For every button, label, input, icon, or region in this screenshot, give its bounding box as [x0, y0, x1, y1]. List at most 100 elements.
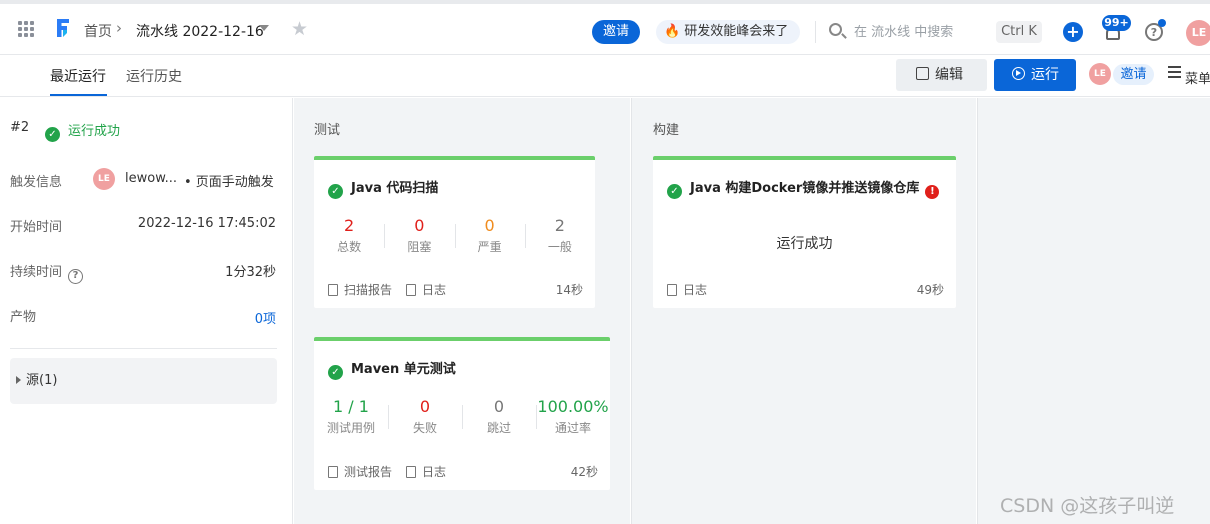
run-label: 运行 [1031, 67, 1059, 83]
metric-label: 测试用例 [326, 421, 375, 435]
fire-icon: 🔥 [664, 24, 681, 39]
promo-text: 研发效能峰会来了 [684, 24, 789, 39]
run-info-panel: #2 ✓ 运行成功 触发信息 LE lewow... • 页面手动触发 开始时间 … [0, 98, 293, 524]
avatar[interactable]: LE [1089, 63, 1111, 85]
job-duration: 42秒 [570, 465, 598, 479]
tab-recent-runs[interactable]: 最近运行 [50, 66, 106, 86]
avatar: LE [93, 168, 115, 190]
metric-label: 失败 [412, 421, 437, 435]
job-title: ✓ Maven 单元测试 [328, 358, 456, 380]
check-circle-icon: ✓ [45, 127, 60, 142]
promo-banner[interactable]: 🔥 研发效能峰会来了 [656, 20, 800, 44]
edit-button[interactable]: 编辑 [896, 59, 987, 91]
caret-right-icon [16, 376, 21, 384]
breadcrumb-home[interactable]: 首页 [84, 21, 112, 41]
job-duration: 49秒 [916, 283, 944, 297]
log-link[interactable]: 日志 [406, 465, 446, 479]
metric-label: 总数 [337, 240, 362, 254]
report-icon [328, 284, 338, 296]
invite-button[interactable]: 邀请 [1113, 64, 1154, 85]
menu-button[interactable]: 菜单 [1168, 66, 1210, 87]
log-link[interactable]: 日志 [406, 283, 446, 297]
shortcut-hint: Ctrl K [996, 21, 1042, 43]
run-status: ✓ 运行成功 [45, 120, 120, 142]
watermark: CSDN @这孩子叫逆 [1000, 495, 1175, 517]
stage-title: 测试 [314, 123, 341, 138]
trigger-user[interactable]: lewow... [125, 171, 177, 186]
metric-value: 0 [493, 397, 505, 416]
start-time-label: 开始时间 [10, 220, 63, 235]
logo-icon[interactable] [54, 16, 72, 40]
test-report-label: 测试报告 [344, 465, 393, 479]
log-link[interactable]: 日志 [667, 283, 707, 297]
metric-minor: 2 一般 [524, 216, 595, 255]
metric-skipped: 0 跳过 [462, 397, 536, 436]
divider [815, 21, 816, 43]
trigger-type: • 页面手动触发 [184, 175, 274, 190]
scan-report-link[interactable]: 扫描报告 [328, 283, 392, 297]
metric-failed: 0 失败 [388, 397, 462, 436]
app-grid-icon[interactable] [18, 21, 34, 37]
tab-run-history[interactable]: 运行历史 [126, 66, 182, 86]
check-circle-icon: ✓ [667, 184, 682, 199]
star-icon[interactable]: ★ [291, 19, 308, 39]
chevron-down-icon[interactable] [259, 25, 269, 31]
test-report-link[interactable]: 测试报告 [328, 465, 392, 479]
metric-value: 0 [484, 216, 495, 235]
play-icon [1012, 67, 1025, 80]
run-status-label: 运行成功 [68, 124, 121, 139]
job-links: 测试报告 日志 [328, 463, 446, 480]
log-label: 日志 [683, 283, 708, 297]
metric-label: 通过率 [554, 421, 591, 435]
metric-label: 阻塞 [407, 240, 432, 254]
report-icon [328, 466, 338, 478]
metric-value: 0 [414, 216, 425, 235]
help-dot [1158, 19, 1166, 27]
trigger-label: 触发信息 [10, 175, 63, 190]
active-tab-indicator [50, 94, 107, 96]
artifact-label: 产物 [10, 310, 37, 325]
source-label: 源(1) [26, 373, 58, 388]
menu-icon [1168, 66, 1181, 81]
edit-icon [916, 67, 929, 80]
question-icon[interactable]: ? [68, 269, 84, 284]
job-card-maven-test[interactable]: ✓ Maven 单元测试 1 / 1 测试用例 0 失败 0 跳过 100.00% 通过率… [314, 337, 610, 490]
job-card-docker-build[interactable]: ✓ Java 构建Docker镜像并推送镜像仓库! 运行成功 日志 49秒 [653, 156, 956, 308]
stage-build: 构建 ✓ Java 构建Docker镜像并推送镜像仓库! 运行成功 日志 49秒 [631, 98, 976, 524]
metric-pass-rate: 100.00% 通过率 [536, 397, 610, 436]
notification-badge[interactable]: 99+ [1102, 15, 1131, 31]
metric-label: 严重 [477, 240, 502, 254]
tab-bar: 最近运行 运行历史 编辑 运行 LE 邀请 菜单 [0, 55, 1210, 97]
duration-label-text: 持续时间 [10, 265, 63, 280]
job-name: Java 构建Docker镜像并推送镜像仓库 [690, 181, 920, 196]
warning-icon[interactable]: ! [925, 185, 940, 199]
run-number: #2 [10, 120, 30, 135]
log-label: 日志 [422, 283, 447, 297]
metric-value: 2 [344, 216, 355, 235]
breadcrumb-pipeline[interactable]: 流水线 2022-12-16 [136, 21, 264, 41]
duration-label: 持续时间? [10, 261, 84, 284]
search-input[interactable] [854, 21, 984, 43]
metric-value: 1 / 1 [333, 397, 369, 416]
source-expander[interactable]: 源(1) [10, 358, 277, 404]
duration-value: 1分32秒 [225, 265, 276, 280]
invite-button[interactable]: 邀请 [592, 20, 640, 44]
job-card-java-scan[interactable]: ✓ Java 代码扫描 2 总数 0 阻塞 0 严重 2 一般 扫描报告 日志 14秒 [314, 156, 595, 308]
check-circle-icon: ✓ [328, 365, 343, 380]
artifact-link[interactable]: 0项 [255, 308, 276, 327]
log-icon [406, 284, 417, 296]
stage-title: 构建 [653, 123, 680, 138]
job-metrics: 2 总数 0 阻塞 0 严重 2 一般 [314, 216, 595, 255]
edit-label: 编辑 [935, 67, 963, 83]
job-title: ✓ Java 代码扫描 [328, 177, 438, 199]
start-time-value: 2022-12-16 17:45:02 [137, 216, 276, 231]
run-button[interactable]: 运行 [994, 59, 1076, 91]
divider [10, 348, 277, 349]
menu-label: 菜单 [1185, 72, 1210, 87]
add-button[interactable]: + [1063, 22, 1083, 42]
avatar[interactable]: LE [1186, 20, 1210, 46]
metric-total: 2 总数 [314, 216, 384, 255]
job-title: ✓ Java 构建Docker镜像并推送镜像仓库! [667, 177, 940, 199]
chevron-right-icon: › [116, 19, 122, 37]
metric-blocker: 0 阻塞 [384, 216, 454, 255]
